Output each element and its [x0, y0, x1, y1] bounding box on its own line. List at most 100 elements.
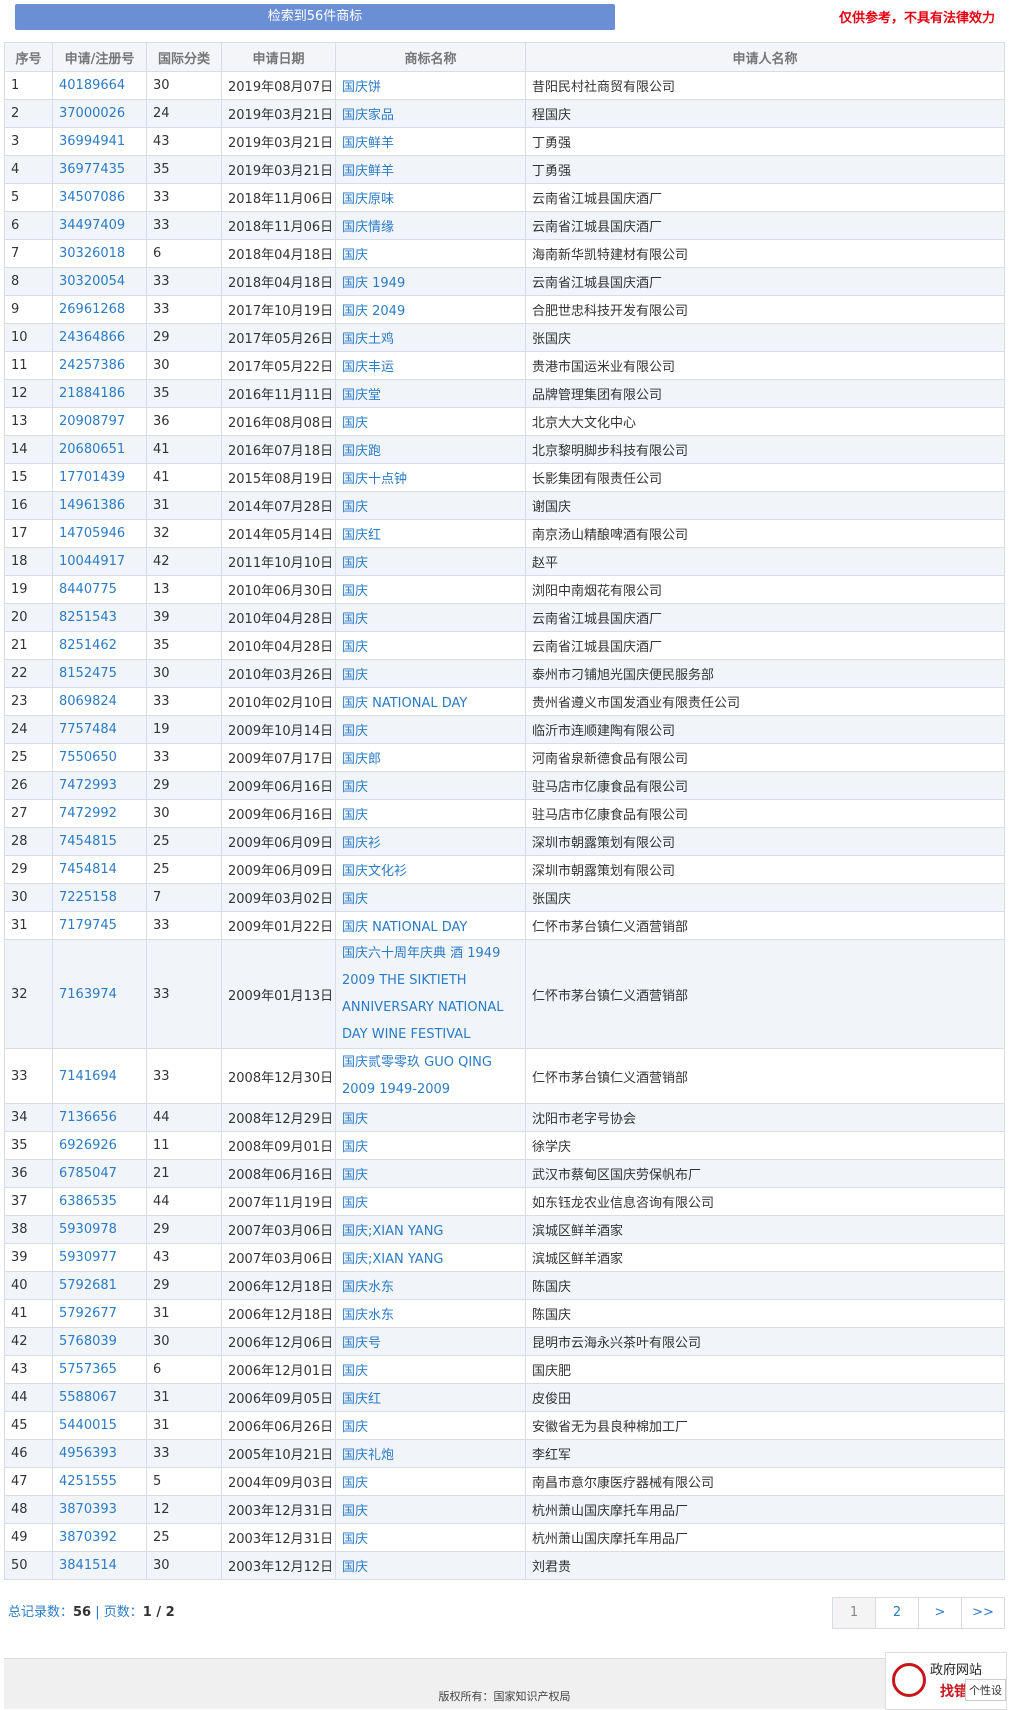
cell-trademark-name[interactable]: 国庆: [335, 715, 526, 744]
cell-reg-number[interactable]: 24257386: [52, 351, 147, 380]
cell-reg-number[interactable]: 5768039: [52, 1327, 147, 1356]
cell-trademark-name[interactable]: 国庆: [335, 1187, 526, 1216]
cell-reg-number[interactable]: 34507086: [52, 183, 147, 212]
last-page-button[interactable]: >>: [961, 1597, 1005, 1629]
cell-trademark-name[interactable]: 国庆: [335, 1495, 526, 1524]
cell-reg-number[interactable]: 4251555: [52, 1467, 147, 1496]
cell-reg-number[interactable]: 7163974: [52, 939, 147, 1049]
cell-trademark-name[interactable]: 国庆丰运: [335, 351, 526, 380]
cell-trademark-name[interactable]: 国庆: [335, 631, 526, 660]
cell-reg-number[interactable]: 4956393: [52, 1439, 147, 1468]
cell-reg-number[interactable]: 36977435: [52, 155, 147, 184]
cell-reg-number[interactable]: 7179745: [52, 911, 147, 940]
cell-reg-number[interactable]: 7225158: [52, 883, 147, 912]
cell-reg-number[interactable]: 30326018: [52, 239, 147, 268]
cell-reg-number[interactable]: 20908797: [52, 407, 147, 436]
gov-error-report-badge[interactable]: 政府网站 找错 个性设: [885, 1652, 1007, 1710]
cell-trademark-name[interactable]: 国庆: [335, 603, 526, 632]
cell-trademark-name[interactable]: 国庆衫: [335, 827, 526, 856]
cell-trademark-name[interactable]: 国庆水东: [335, 1299, 526, 1328]
cell-reg-number[interactable]: 3870393: [52, 1495, 147, 1524]
cell-trademark-name[interactable]: 国庆;XIAN YANG: [335, 1243, 526, 1272]
cell-trademark-name[interactable]: 国庆红: [335, 1383, 526, 1412]
cell-trademark-name[interactable]: 国庆: [335, 1131, 526, 1160]
cell-reg-number[interactable]: 6926926: [52, 1131, 147, 1160]
next-page-button[interactable]: >: [918, 1597, 962, 1629]
cell-reg-number[interactable]: 7136656: [52, 1103, 147, 1132]
cell-trademark-name[interactable]: 国庆: [335, 771, 526, 800]
cell-reg-number[interactable]: 5757365: [52, 1355, 147, 1384]
cell-reg-number[interactable]: 7757484: [52, 715, 147, 744]
cell-trademark-name[interactable]: 国庆情缘: [335, 211, 526, 240]
cell-reg-number[interactable]: 10044917: [52, 547, 147, 576]
cell-reg-number[interactable]: 40189664: [52, 71, 147, 100]
cell-reg-number[interactable]: 3841514: [52, 1551, 147, 1580]
cell-trademark-name[interactable]: 国庆 1949: [335, 267, 526, 296]
cell-reg-number[interactable]: 5588067: [52, 1383, 147, 1412]
cell-reg-number[interactable]: 5792681: [52, 1271, 147, 1300]
cell-reg-number[interactable]: 21884186: [52, 379, 147, 408]
cell-trademark-name[interactable]: 国庆: [335, 547, 526, 576]
cell-reg-number[interactable]: 5930978: [52, 1215, 147, 1244]
cell-trademark-name[interactable]: 国庆;XIAN YANG: [335, 1215, 526, 1244]
cell-trademark-name[interactable]: 国庆: [335, 1523, 526, 1552]
cell-trademark-name[interactable]: 国庆: [335, 407, 526, 436]
cell-reg-number[interactable]: 7454814: [52, 855, 147, 884]
cell-trademark-name[interactable]: 国庆礼炮: [335, 1439, 526, 1468]
cell-reg-number[interactable]: 7454815: [52, 827, 147, 856]
cell-reg-number[interactable]: 6386535: [52, 1187, 147, 1216]
cell-trademark-name[interactable]: 国庆十点钟: [335, 463, 526, 492]
page-1-button[interactable]: 1: [832, 1597, 876, 1629]
cell-trademark-name[interactable]: 国庆鲜羊: [335, 155, 526, 184]
cell-reg-number[interactable]: 37000026: [52, 99, 147, 128]
cell-trademark-name[interactable]: 国庆堂: [335, 379, 526, 408]
cell-reg-number[interactable]: 5930977: [52, 1243, 147, 1272]
cell-reg-number[interactable]: 7472992: [52, 799, 147, 828]
cell-trademark-name[interactable]: 国庆: [335, 1103, 526, 1132]
cell-reg-number[interactable]: 30320054: [52, 267, 147, 296]
cell-trademark-name[interactable]: 国庆郎: [335, 743, 526, 772]
cell-trademark-name[interactable]: 国庆: [335, 491, 526, 520]
cell-trademark-name[interactable]: 国庆: [335, 659, 526, 688]
cell-reg-number[interactable]: 14705946: [52, 519, 147, 548]
cell-trademark-name[interactable]: 国庆: [335, 1355, 526, 1384]
cell-trademark-name[interactable]: 国庆: [335, 1551, 526, 1580]
cell-trademark-name[interactable]: 国庆原味: [335, 183, 526, 212]
cell-trademark-name[interactable]: 国庆贰零零玖 GUO QING 2009 1949-2009: [335, 1048, 526, 1104]
cell-trademark-name[interactable]: 国庆 2049: [335, 295, 526, 324]
cell-reg-number[interactable]: 26961268: [52, 295, 147, 324]
cell-reg-number[interactable]: 8440775: [52, 575, 147, 604]
cell-trademark-name[interactable]: 国庆鲜羊: [335, 127, 526, 156]
cell-trademark-name[interactable]: 国庆 NATIONAL DAY: [335, 687, 526, 716]
cell-reg-number[interactable]: 36994941: [52, 127, 147, 156]
cell-trademark-name[interactable]: 国庆: [335, 799, 526, 828]
cell-trademark-name[interactable]: 国庆六十周年庆典 酒 1949 2009 THE SIKTIETH ANNIVE…: [335, 939, 526, 1049]
cell-reg-number[interactable]: 3870392: [52, 1523, 147, 1552]
cell-trademark-name[interactable]: 国庆土鸡: [335, 323, 526, 352]
cell-reg-number[interactable]: 8251462: [52, 631, 147, 660]
cell-trademark-name[interactable]: 国庆: [335, 239, 526, 268]
cell-reg-number[interactable]: 8251543: [52, 603, 147, 632]
cell-trademark-name[interactable]: 国庆: [335, 883, 526, 912]
cell-trademark-name[interactable]: 国庆水东: [335, 1271, 526, 1300]
cell-trademark-name[interactable]: 国庆家品: [335, 99, 526, 128]
cell-reg-number[interactable]: 34497409: [52, 211, 147, 240]
cell-reg-number[interactable]: 6785047: [52, 1159, 147, 1188]
cell-trademark-name[interactable]: 国庆号: [335, 1327, 526, 1356]
cell-reg-number[interactable]: 7472993: [52, 771, 147, 800]
cell-trademark-name[interactable]: 国庆: [335, 1467, 526, 1496]
cell-trademark-name[interactable]: 国庆文化衫: [335, 855, 526, 884]
cell-reg-number[interactable]: 7141694: [52, 1048, 147, 1104]
cell-trademark-name[interactable]: 国庆: [335, 1411, 526, 1440]
cell-reg-number[interactable]: 24364866: [52, 323, 147, 352]
cell-trademark-name[interactable]: 国庆: [335, 1159, 526, 1188]
cell-trademark-name[interactable]: 国庆红: [335, 519, 526, 548]
cell-reg-number[interactable]: 5792677: [52, 1299, 147, 1328]
cell-reg-number[interactable]: 17701439: [52, 463, 147, 492]
cell-reg-number[interactable]: 8152475: [52, 659, 147, 688]
cell-reg-number[interactable]: 14961386: [52, 491, 147, 520]
cell-reg-number[interactable]: 8069824: [52, 687, 147, 716]
cell-trademark-name[interactable]: 国庆 NATIONAL DAY: [335, 911, 526, 940]
page-2-button[interactable]: 2: [875, 1597, 919, 1629]
cell-reg-number[interactable]: 20680651: [52, 435, 147, 464]
